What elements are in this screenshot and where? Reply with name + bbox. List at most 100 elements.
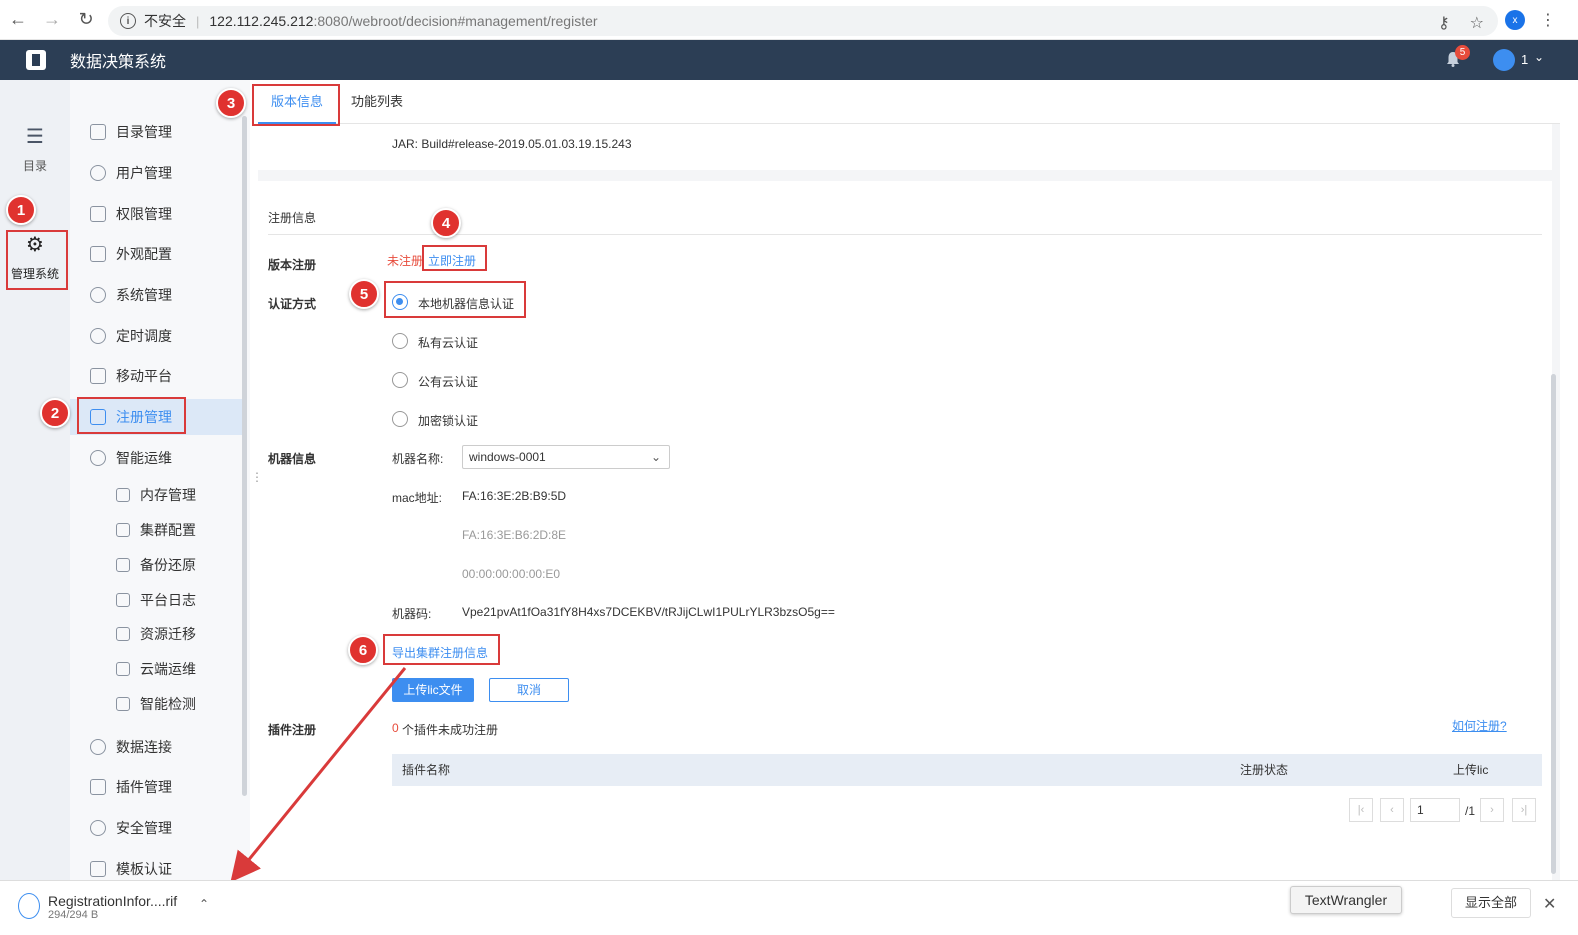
cloud-chart-icon [116,662,130,676]
menu-scrollbar[interactable] [242,116,247,796]
annotation-box [6,230,68,290]
logo-icon [26,50,46,70]
annotation-box [252,84,340,126]
upload-lic-button[interactable]: 上传lic文件 [392,678,474,702]
server-icon [116,523,130,537]
annotation-number: 4 [431,208,461,238]
annotation-number: 3 [216,88,246,118]
menu-item-schedule[interactable]: 定时调度 [70,318,242,354]
catalog-icon [90,124,106,140]
backup-icon [116,558,130,572]
download-file-name[interactable]: RegistrationInfor....rif [48,893,177,909]
menu-item-permissions[interactable]: 权限管理 [70,196,242,232]
menu-label: 模板认证 [116,861,172,877]
reload-icon[interactable]: ↻ [70,4,102,36]
star-icon[interactable]: ☆ [1470,13,1484,33]
close-icon[interactable]: ✕ [1543,894,1556,914]
radio-private-cloud[interactable] [392,333,408,349]
timer-icon [90,328,106,344]
machine-info-label: 机器信息 [268,452,317,466]
monitor-icon [116,697,130,711]
chevron-up-icon[interactable]: ⌃ [199,897,209,911]
main-scrollbar[interactable] [1551,374,1556,874]
menu-item-logs[interactable]: 平台日志 [70,582,242,618]
prev-page-icon[interactable]: ‹ [1380,798,1404,822]
menu-item-cluster[interactable]: 集群配置 [70,512,242,548]
menu-label: 用户管理 [116,165,172,181]
menu-item-cloud-ops[interactable]: 云端运维 [70,651,242,687]
list-icon: ☰ [26,126,44,148]
col-plugin-name: 插件名称 [402,763,451,777]
menu-item-migration[interactable]: 资源迁移 [70,616,242,652]
menu-label: 系统管理 [116,287,172,303]
app-title: 数据决策系统 [70,54,167,71]
how-to-register-link[interactable]: 如何注册? [1452,717,1507,734]
forward-icon[interactable]: → [36,4,68,36]
select-value: windows-0001 [469,450,546,464]
tooltip: TextWrangler [1290,886,1402,914]
mac-address: FA:16:3E:2B:B9:5D [462,489,567,503]
network-icon [90,450,106,466]
content-panel: JAR: Build#release-2019.05.01.03.19.15.2… [258,124,1560,881]
address-bar[interactable]: i 不安全 | 122.112.245.212:8080/webroot/dec… [108,6,1498,36]
menu-label: 移动平台 [116,368,172,384]
menu-item-users[interactable]: 用户管理 [70,155,242,191]
user-avatar[interactable] [1493,49,1515,71]
browser-menu-icon[interactable]: ⋮ [1540,10,1556,30]
info-icon[interactable]: i [120,13,136,29]
menu-item-data-connection[interactable]: 数据连接 [70,729,242,765]
menu-item-plugins[interactable]: 插件管理 [70,769,242,805]
memory-icon [116,488,130,502]
menu-label: 定时调度 [116,328,172,344]
show-all-button[interactable]: 显示全部 [1451,888,1531,918]
page-input[interactable]: 1 [1410,798,1460,822]
menu-label: 智能检测 [140,696,196,712]
menu-item-ops[interactable]: 智能运维 [70,440,242,476]
menu-item-mobile[interactable]: 移动平台 [70,358,242,394]
mobile-icon [90,368,106,384]
cancel-button[interactable]: 取消 [489,678,569,702]
next-page-icon[interactable]: › [1480,798,1504,822]
last-page-icon[interactable]: ›| [1512,798,1536,822]
auth-method-label: 认证方式 [268,297,317,311]
back-icon[interactable]: ← [2,4,34,36]
menu-item-detection[interactable]: 智能检测 [70,686,242,722]
machine-code-label: 机器码: [392,607,432,621]
radio-public-cloud[interactable] [392,372,408,388]
file-icon[interactable] [18,893,40,919]
chevron-down-icon: ⌄ [650,450,661,464]
menu-item-memory[interactable]: 内存管理 [70,477,242,513]
menu-item-system[interactable]: 系统管理 [70,277,242,313]
key-icon[interactable]: ⚷ [1438,13,1450,33]
radio-dongle[interactable] [392,411,408,427]
chevron-down-icon[interactable]: ⌄ [1534,50,1544,64]
menu-item-security[interactable]: 安全管理 [70,810,242,846]
management-menu: 目录管理 用户管理 权限管理 外观配置 系统管理 定时调度 移动平台 注册管理 … [70,80,250,880]
machine-name-select[interactable]: windows-0001 ⌄ [462,445,670,469]
menu-item-catalog[interactable]: 目录管理 [70,114,242,150]
tab-function-list[interactable]: 功能列表 [351,80,403,124]
menu-item-backup[interactable]: 备份还原 [70,547,242,583]
menu-label: 备份还原 [140,557,196,573]
main-content: 版本信息 功能列表 JAR: Build#release-2019.05.01.… [258,80,1560,881]
url-path: :8080/webroot/decision#management/regist… [313,13,598,29]
menu-item-appearance[interactable]: 外观配置 [70,236,242,272]
mac-address: 00:00:00:00:00:E0 [462,567,561,581]
radio-label: 公有云认证 [418,375,479,389]
annotation-number: 5 [349,279,379,309]
template-icon [90,861,106,877]
jar-card: JAR: Build#release-2019.05.01.03.19.15.2… [258,124,1552,170]
annotation-box [384,281,526,318]
download-file-size: 294/294 B [48,909,99,921]
separator: | [196,13,200,29]
annotation-box [383,634,500,665]
browser-toolbar: ← → ↻ i 不安全 | 122.112.245.212:8080/webro… [0,0,1578,40]
annotation-box [422,245,487,271]
plugin-count: 0 [392,721,399,735]
extension-icon[interactable]: x [1505,10,1525,30]
col-upload-lic: 上传lic [1453,763,1489,777]
first-page-icon[interactable]: |‹ [1349,798,1373,822]
rail-item-catalog[interactable]: ☰ 目录 [0,124,70,174]
rail-label: 目录 [22,159,47,173]
user-name[interactable]: 1 [1521,52,1528,67]
